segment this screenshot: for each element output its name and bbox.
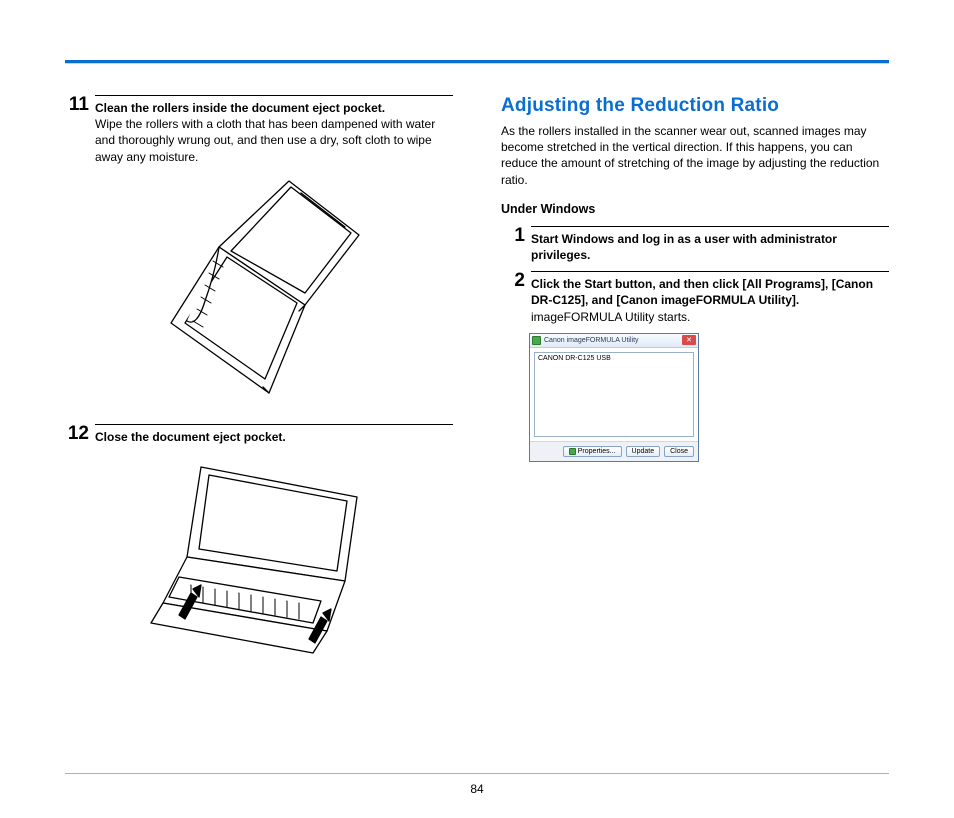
right-column: Adjusting the Reduction Ratio As the rol… <box>501 95 889 720</box>
step-number: 12 <box>65 424 89 445</box>
scanner-closed-illustration <box>139 453 379 663</box>
step-number: 2 <box>501 271 525 325</box>
step-title: Clean the rollers inside the document ej… <box>95 101 385 115</box>
dialog-title-text: Canon imageFORMULA Utility <box>544 337 639 344</box>
button-label: Close <box>670 448 688 455</box>
header-rule-shadow <box>65 63 889 64</box>
dialog-button-row: Properties... Update Close <box>530 441 698 461</box>
step-text: imageFORMULA Utility starts. <box>531 310 690 324</box>
step-number: 11 <box>65 95 89 165</box>
step-2: 2 Click the Start button, and then click… <box>501 271 889 325</box>
two-column-layout: 11 Clean the rollers inside the document… <box>65 40 889 720</box>
list-item[interactable]: CANON DR-C125 USB <box>538 355 690 362</box>
dialog-body: CANON DR-C125 USB <box>530 348 698 441</box>
step-title: Click the Start button, and then click [… <box>531 277 873 307</box>
document-page: 11 Clean the rollers inside the document… <box>0 0 954 818</box>
under-windows-heading: Under Windows <box>501 202 889 216</box>
update-button[interactable]: Update <box>626 446 661 457</box>
step-title: Close the document eject pocket. <box>95 430 286 444</box>
footer-rule <box>65 773 889 774</box>
step-body: Start Windows and log in as a user with … <box>531 226 889 263</box>
imageformula-utility-dialog: Canon imageFORMULA Utility ✕ CANON DR-C1… <box>529 333 699 462</box>
step-number: 1 <box>501 226 525 263</box>
figure-scanner-closed <box>65 453 453 663</box>
close-button[interactable]: Close <box>664 446 694 457</box>
dialog-titlebar: Canon imageFORMULA Utility ✕ <box>530 334 698 348</box>
button-label: Update <box>632 448 655 455</box>
step-title: Start Windows and log in as a user with … <box>531 232 837 262</box>
step-text: Wipe the rollers with a cloth that has b… <box>95 117 435 163</box>
section-title: Adjusting the Reduction Ratio <box>501 95 889 117</box>
dialog-title-left: Canon imageFORMULA Utility <box>532 336 639 345</box>
gear-icon <box>569 448 576 455</box>
step-body: Close the document eject pocket. <box>95 424 453 445</box>
close-icon[interactable]: ✕ <box>682 335 696 345</box>
scanner-open-illustration <box>149 173 369 408</box>
step-12: 12 Close the document eject pocket. <box>65 424 453 445</box>
step-body: Clean the rollers inside the document ej… <box>95 95 453 165</box>
section-intro: As the rollers installed in the scanner … <box>501 123 889 188</box>
page-number: 84 <box>0 782 954 796</box>
step-body: Click the Start button, and then click [… <box>531 271 889 325</box>
step-1: 1 Start Windows and log in as a user wit… <box>501 226 889 263</box>
properties-button[interactable]: Properties... <box>563 446 622 457</box>
scanner-listbox[interactable]: CANON DR-C125 USB <box>534 352 694 437</box>
figure-dialog-screenshot: Canon imageFORMULA Utility ✕ CANON DR-C1… <box>529 333 889 462</box>
left-column: 11 Clean the rollers inside the document… <box>65 95 453 720</box>
app-icon <box>532 336 541 345</box>
button-label: Properties... <box>578 448 616 455</box>
figure-scanner-open <box>65 173 453 408</box>
step-11: 11 Clean the rollers inside the document… <box>65 95 453 165</box>
